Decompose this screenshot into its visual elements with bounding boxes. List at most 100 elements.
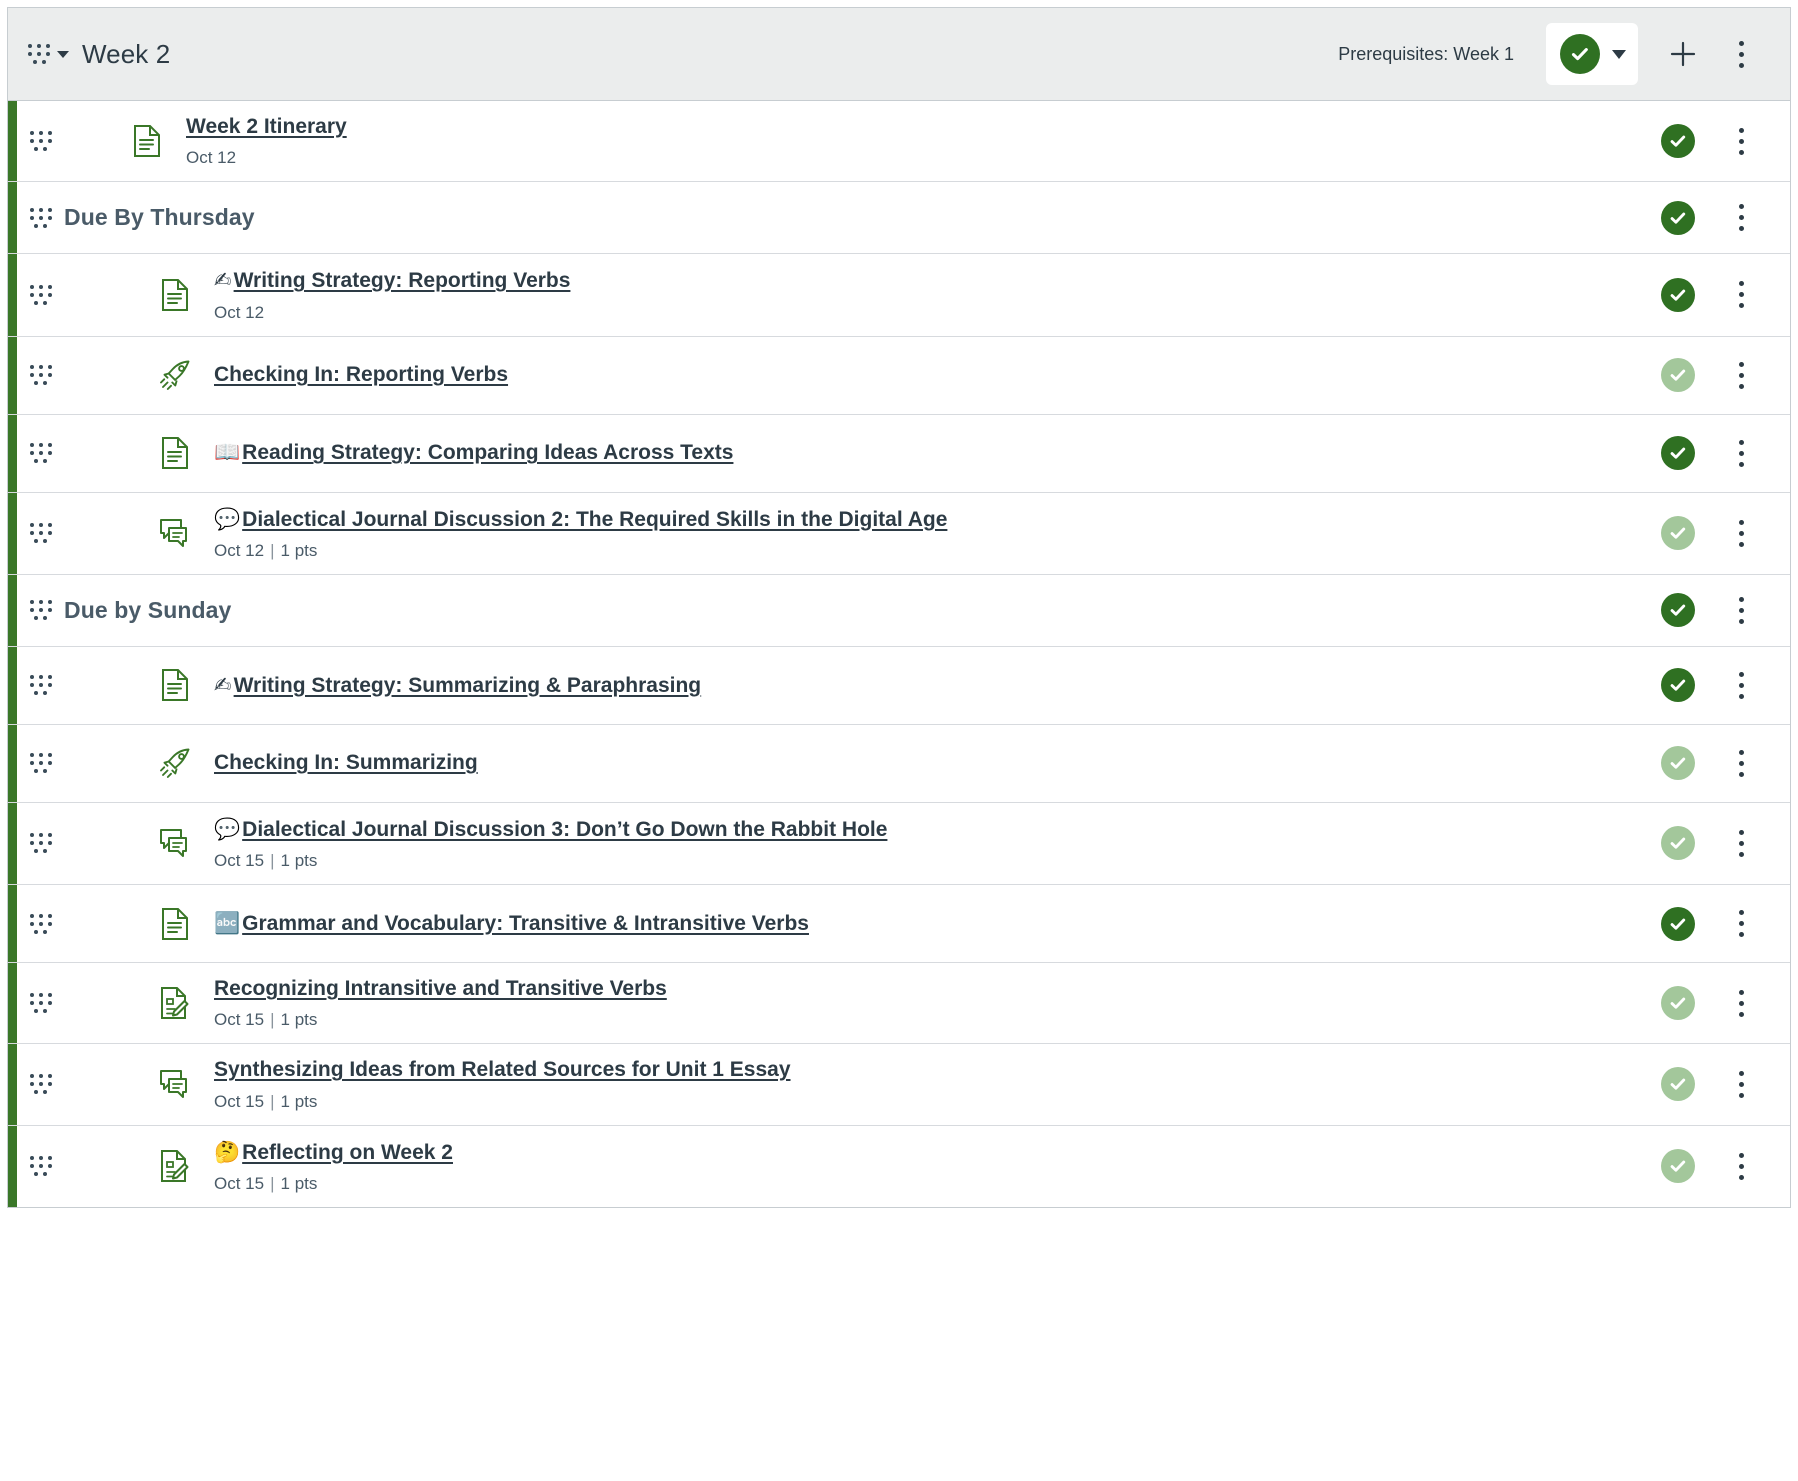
row-drag-handle-icon[interactable] [8, 803, 64, 884]
published-check-icon [1661, 593, 1695, 628]
item-title-link[interactable]: Recognizing Intransitive and Transitive … [214, 977, 667, 1000]
publish-toggle-published[interactable] [1642, 124, 1714, 159]
item-title-link[interactable]: ✍Writing Strategy: Summarizing & Paraphr… [214, 673, 701, 697]
row-drag-handle-icon[interactable] [8, 337, 64, 414]
row-drag-handle-icon[interactable] [8, 254, 64, 335]
row-drag-handle-icon[interactable] [8, 647, 64, 724]
publish-toggle-dim[interactable] [1642, 826, 1714, 861]
item-points: 1 pts [280, 851, 318, 870]
row-controls [1642, 493, 1790, 574]
publish-toggle-dim[interactable] [1642, 746, 1714, 781]
row-drag-handle-icon[interactable] [8, 1126, 64, 1207]
item-title-link[interactable]: 🔤Grammar and Vocabulary: Transitive & In… [214, 911, 809, 935]
item-title-link[interactable]: Synthesizing Ideas from Related Sources … [214, 1058, 791, 1081]
module-item-list: Week 2 Itinerary Oct 12 Due By Thursday ✍W… [8, 101, 1790, 1208]
row-more-options-button[interactable] [1714, 344, 1768, 406]
item-points: 1 pts [280, 1091, 318, 1111]
published-check-dim-icon [1661, 358, 1695, 392]
module-prerequisites-label: Prerequisites: Week 1 [1338, 43, 1514, 64]
item-title-link[interactable]: 💬Dialectical Journal Discussion 3: Don’t… [214, 817, 887, 841]
row-controls [1642, 963, 1790, 1043]
publish-toggle-published[interactable] [1642, 436, 1714, 470]
module-more-options-button[interactable] [1714, 23, 1768, 85]
row-content: Due By Thursday [64, 182, 1642, 253]
item-title-link[interactable]: Checking In: Reporting Verbs [214, 363, 508, 386]
rocket-external-tool-icon [150, 746, 200, 780]
row-drag-handle-icon[interactable] [8, 101, 64, 181]
publish-toggle-dim[interactable] [1642, 986, 1714, 1021]
module-publish-button[interactable] [1546, 23, 1638, 85]
published-check-icon [1661, 277, 1695, 312]
published-check-icon [1661, 906, 1695, 941]
row-text-block: 💬Dialectical Journal Discussion 3: Don’t… [214, 816, 887, 871]
row-controls [1642, 885, 1790, 962]
add-item-button[interactable] [1652, 23, 1714, 85]
publish-toggle-published[interactable] [1642, 277, 1714, 312]
item-title-link[interactable]: Week 2 Itinerary [186, 115, 347, 138]
row-controls [1642, 1126, 1790, 1207]
row-drag-handle-icon[interactable] [8, 493, 64, 574]
row-more-options-button[interactable] [1714, 264, 1768, 326]
module-drag-handle-icon[interactable] [28, 39, 50, 69]
row-drag-handle-icon[interactable] [8, 885, 64, 962]
row-more-options-button[interactable] [1714, 187, 1768, 249]
row-drag-handle-icon[interactable] [8, 725, 64, 802]
module-item-row: Checking In: Summarizing [8, 724, 1790, 803]
item-title-link[interactable]: 🤔Reflecting on Week 2 [214, 1140, 453, 1164]
published-check-icon [1661, 436, 1695, 470]
publish-toggle-dim[interactable] [1642, 1149, 1714, 1184]
row-content: 💬Dialectical Journal Discussion 3: Don’t… [64, 803, 1642, 884]
row-content: Checking In: Reporting Verbs [64, 337, 1642, 414]
row-more-options-button[interactable] [1714, 422, 1768, 484]
item-meta: Oct 15 | 1 pts [214, 1174, 453, 1194]
module-item-row: Checking In: Reporting Verbs [8, 336, 1790, 415]
item-meta: Oct 12 | 1 pts [214, 541, 947, 561]
publish-toggle-dim[interactable] [1642, 1067, 1714, 1102]
item-points: 1 pts [280, 1173, 318, 1193]
row-more-options-button[interactable] [1714, 1135, 1768, 1197]
row-drag-handle-icon[interactable] [8, 963, 64, 1043]
kebab-menu-icon [1738, 361, 1744, 389]
published-check-dim-icon [1661, 746, 1695, 781]
item-meta: Oct 12 [214, 303, 570, 323]
publish-toggle-published[interactable] [1642, 906, 1714, 941]
row-more-options-button[interactable] [1714, 502, 1768, 564]
module-item-row: Synthesizing Ideas from Related Sources … [8, 1044, 1790, 1126]
row-more-options-button[interactable] [1714, 110, 1768, 172]
publish-toggle-dim[interactable] [1642, 516, 1714, 551]
discussion-icon [150, 827, 200, 859]
item-title-link[interactable]: 💬Dialectical Journal Discussion 2: The R… [214, 507, 947, 531]
row-more-options-button[interactable] [1714, 654, 1768, 716]
publish-dropdown-caret-icon[interactable] [1612, 49, 1626, 59]
row-text-block: 🤔Reflecting on Week 2 Oct 15 | 1 pts [214, 1139, 453, 1194]
row-more-options-button[interactable] [1714, 732, 1768, 794]
module-header-left: Week 2 [28, 39, 1338, 70]
publish-toggle-published[interactable] [1642, 200, 1714, 235]
row-more-options-button[interactable] [1714, 1053, 1768, 1115]
kebab-menu-icon [1738, 1152, 1744, 1180]
row-drag-handle-icon[interactable] [8, 182, 64, 253]
module-header-right: Prerequisites: Week 1 [1338, 23, 1768, 85]
module-container: Week 2 Prerequisites: Week 1 Week 2 Itin… [7, 7, 1791, 1208]
page-document-icon [150, 436, 200, 470]
row-drag-handle-icon[interactable] [8, 415, 64, 492]
collapse-module-caret-icon[interactable] [50, 50, 76, 58]
row-more-options-button[interactable] [1714, 972, 1768, 1034]
item-meta: Oct 15 | 1 pts [214, 851, 887, 871]
row-drag-handle-icon[interactable] [8, 1044, 64, 1124]
publish-toggle-published[interactable] [1642, 668, 1714, 703]
row-controls [1642, 803, 1790, 884]
row-more-options-button[interactable] [1714, 812, 1768, 874]
item-title-link[interactable]: Checking In: Summarizing [214, 751, 478, 774]
publish-toggle-dim[interactable] [1642, 358, 1714, 392]
publish-toggle-published[interactable] [1642, 593, 1714, 628]
row-more-options-button[interactable] [1714, 579, 1768, 641]
row-drag-handle-icon[interactable] [8, 575, 64, 646]
row-controls [1642, 725, 1790, 802]
module-page: Week 2 Prerequisites: Week 1 Week 2 Itin… [0, 7, 1798, 1481]
item-title-link[interactable]: 📖Reading Strategy: Comparing Ideas Acros… [214, 440, 733, 464]
page-document-icon [122, 124, 172, 158]
module-item-row: 📖Reading Strategy: Comparing Ideas Acros… [8, 414, 1790, 493]
row-more-options-button[interactable] [1714, 893, 1768, 955]
item-title-link[interactable]: ✍Writing Strategy: Reporting Verbs [214, 268, 570, 292]
